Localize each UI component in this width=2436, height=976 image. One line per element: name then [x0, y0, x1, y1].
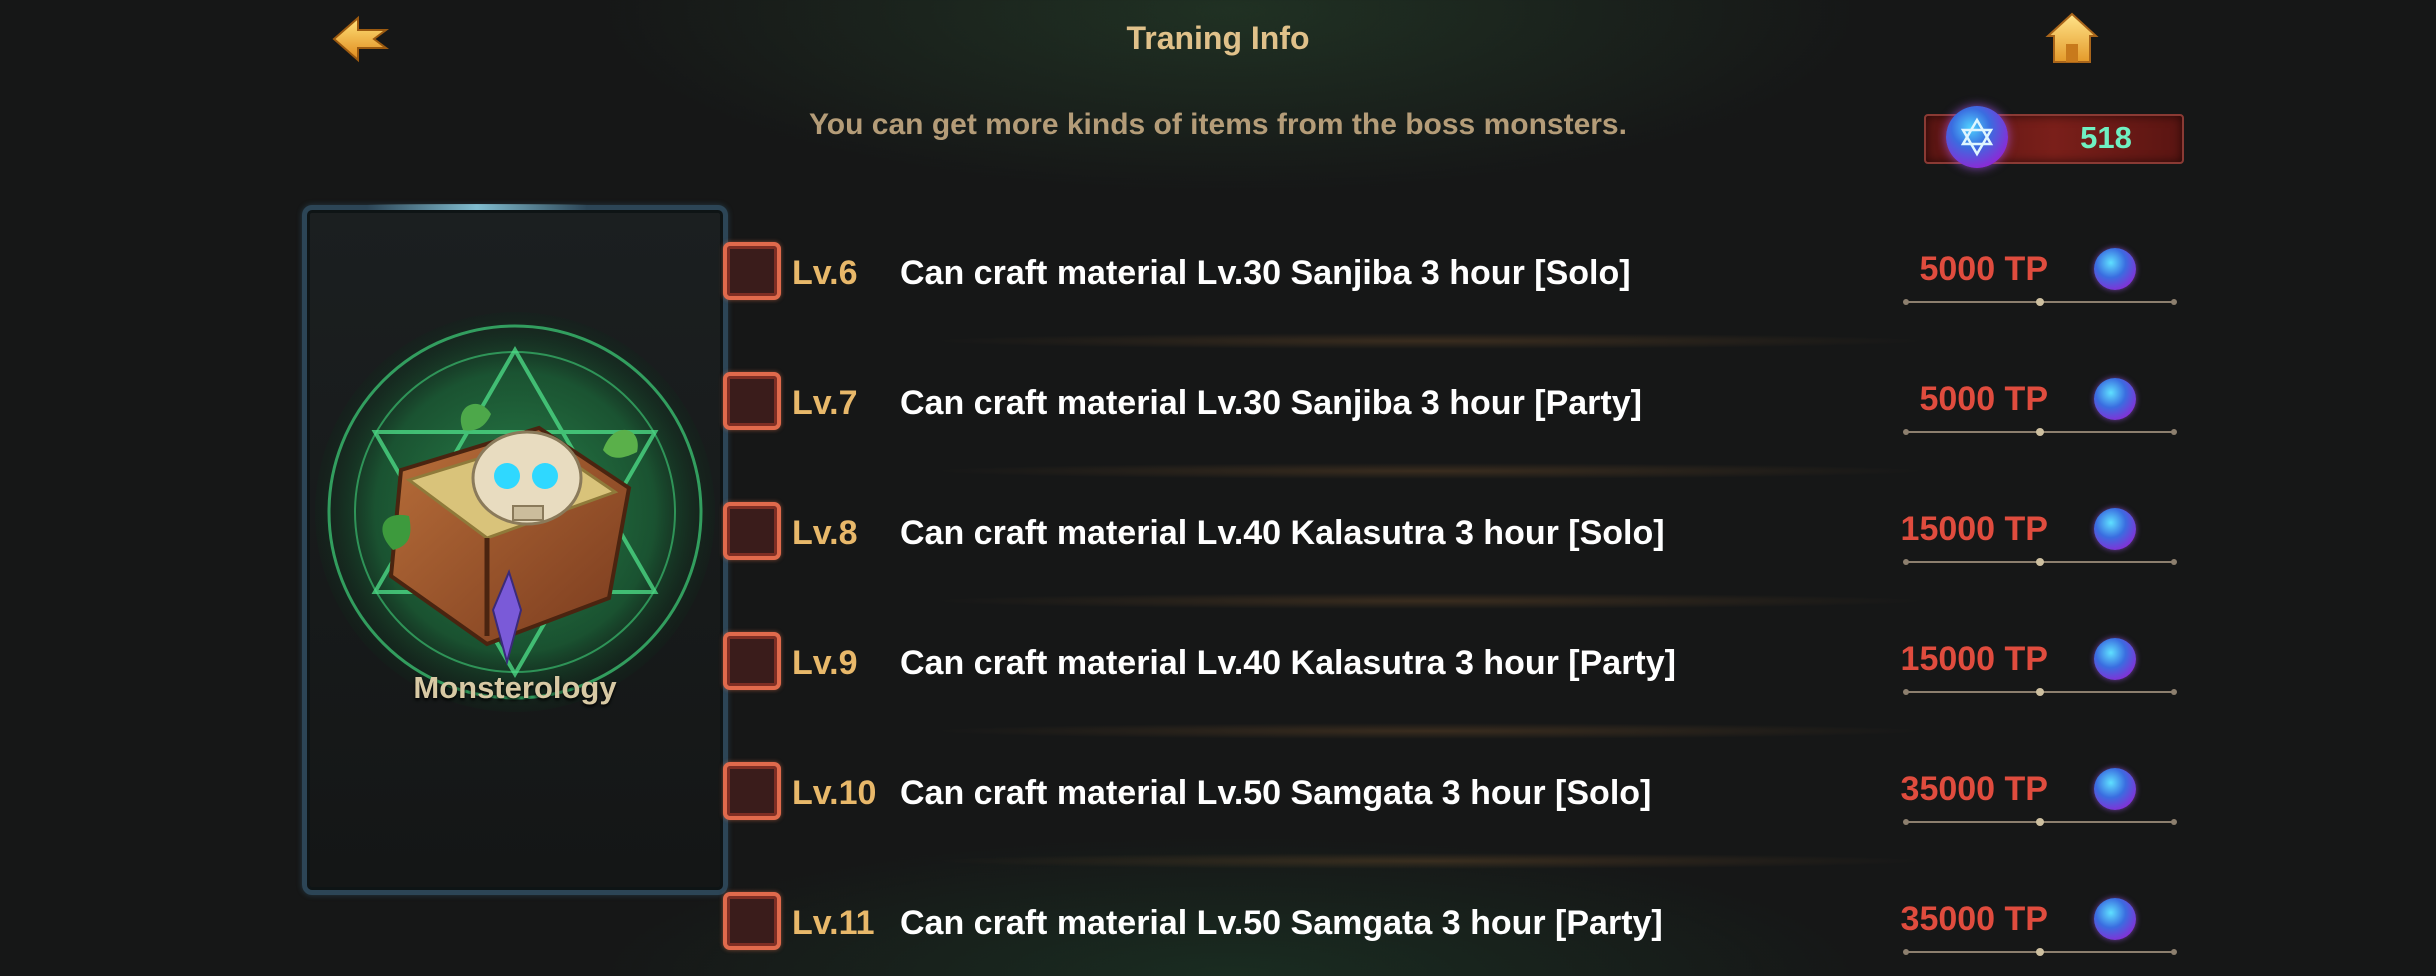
tp-cost: 15000 TP: [1900, 510, 2048, 548]
list-item[interactable]: Lv.8 Can craft material Lv.40 Kalasutra …: [720, 470, 2180, 612]
ornament-divider-icon: [1903, 298, 2177, 306]
currency-amount: 518: [2080, 120, 2132, 155]
tp-cost: 5000 TP: [1919, 250, 2048, 288]
ornament-divider-icon: [1903, 948, 2177, 956]
ornament-divider-icon: [1903, 558, 2177, 566]
unlock-checkbox[interactable]: [723, 502, 781, 560]
list-item[interactable]: Lv.6 Can craft material Lv.30 Sanjiba 3 …: [720, 210, 2180, 352]
unlock-checkbox[interactable]: [723, 372, 781, 430]
unlock-checkbox[interactable]: [723, 892, 781, 950]
tp-orb-icon: [2094, 638, 2136, 680]
home-button[interactable]: [2044, 10, 2100, 66]
level-label: Lv.8: [792, 514, 858, 552]
ornament-divider-icon: [1903, 818, 2177, 826]
list-item[interactable]: Lv.10 Can craft material Lv.50 Samgata 3…: [720, 730, 2180, 872]
item-description: Can craft material Lv.40 Kalasutra 3 hou…: [900, 644, 1676, 682]
tp-orb-icon: [2094, 768, 2136, 810]
level-label: Lv.11: [792, 904, 875, 942]
item-description: Can craft material Lv.40 Kalasutra 3 hou…: [900, 514, 1665, 552]
card-name: Monsterology: [413, 670, 617, 705]
level-label: Lv.9: [792, 644, 858, 682]
back-arrow-icon: [332, 15, 389, 63]
tp-cost: 5000 TP: [1919, 380, 2048, 418]
item-description: Can craft material Lv.30 Sanjiba 3 hour …: [900, 384, 1642, 422]
page-subtitle: You can get more kinds of items from the…: [809, 108, 1627, 141]
level-label: Lv.6: [792, 254, 858, 292]
home-icon: [2045, 12, 2099, 63]
list-item[interactable]: Lv.9 Can craft material Lv.40 Kalasutra …: [720, 600, 2180, 742]
tp-orb-icon: [2094, 508, 2136, 550]
list-item[interactable]: Lv.11 Can craft material Lv.50 Samgata 3…: [720, 860, 2180, 976]
unlock-checkbox[interactable]: [723, 632, 781, 690]
skull-book-icon: [315, 312, 715, 712]
level-label: Lv.10: [792, 774, 877, 812]
ornament-divider-icon: [1903, 428, 2177, 436]
tp-orb-icon: [2094, 248, 2136, 290]
level-label: Lv.7: [792, 384, 858, 422]
currency-display: 518: [1912, 104, 2196, 172]
page-title: Traning Info: [1126, 20, 1310, 56]
tp-orb-icon: [2094, 898, 2136, 940]
item-description: Can craft material Lv.50 Samgata 3 hour …: [900, 774, 1652, 812]
tp-cost: 35000 TP: [1900, 770, 2048, 808]
back-arrow-button[interactable]: [328, 14, 394, 64]
tp-orb-icon: [2094, 378, 2136, 420]
item-description: Can craft material Lv.30 Sanjiba 3 hour …: [900, 254, 1631, 292]
skill-card[interactable]: Monsterology: [302, 204, 728, 895]
tp-cost: 15000 TP: [1900, 640, 2048, 678]
ornament-divider-icon: [1903, 688, 2177, 696]
tp-cost: 35000 TP: [1900, 900, 2048, 938]
card-highlight: [367, 204, 587, 210]
unlock-checkbox[interactable]: [723, 762, 781, 820]
item-description: Can craft material Lv.50 Samgata 3 hour …: [900, 904, 1663, 942]
unlock-checkbox[interactable]: [723, 242, 781, 300]
list-item[interactable]: Lv.7 Can craft material Lv.30 Sanjiba 3 …: [720, 340, 2180, 482]
hexagram-orb-icon: [1946, 106, 2008, 168]
